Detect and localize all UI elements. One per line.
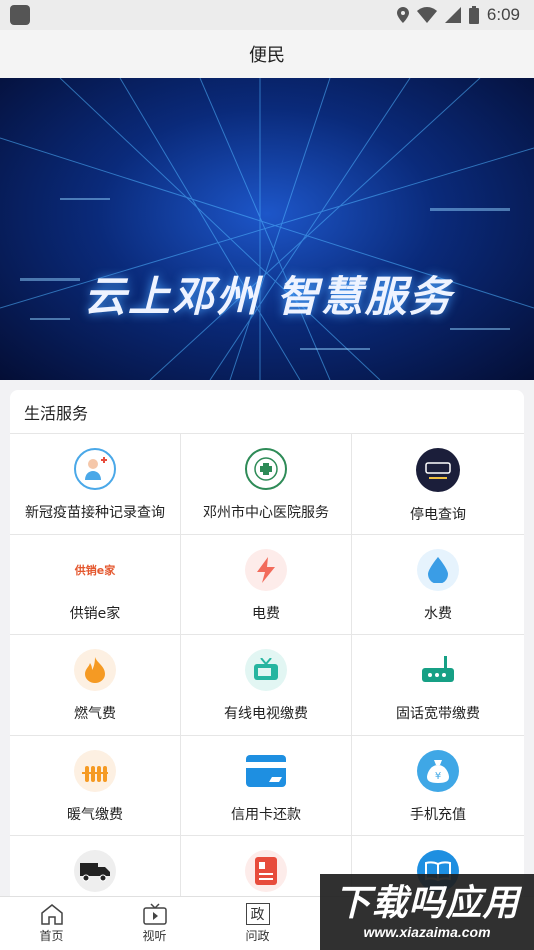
service-central-hospital[interactable]: 邓州市中心医院服务 — [181, 434, 352, 535]
status-bar: 6:09 — [0, 0, 534, 30]
service-label: 停电查询 — [410, 507, 466, 523]
watermark-title: 下载吗应用 — [334, 883, 520, 924]
tab-politics[interactable]: 政 问政 — [206, 897, 309, 950]
flame-icon — [74, 649, 116, 691]
service-label: 邓州市中心医院服务 — [203, 505, 329, 521]
service-gongxiao[interactable]: 供销e家 供销e家 — [10, 534, 181, 635]
watermark: 下载吗应用 www.xiazaima.com — [320, 874, 534, 950]
status-time: 6:09 — [486, 5, 520, 24]
life-services-card: 生活服务 新冠疫苗接种记录查询 邓州市中心医院服务 停电查询 供销e家 供销e家 — [10, 390, 524, 896]
service-cable-tv[interactable]: 有线电视缴费 — [181, 635, 352, 736]
service-mobile-topup[interactable]: ¥ 手机充值 — [352, 736, 524, 836]
service-electricity[interactable]: 电费 — [181, 534, 352, 635]
location-icon — [396, 7, 409, 23]
service-credit-card[interactable]: 信用卡还款 — [181, 735, 352, 836]
notification-icon — [10, 5, 30, 25]
service-water[interactable]: 水费 — [352, 535, 524, 635]
credit-card-icon — [245, 750, 287, 792]
page-header: 便民 — [0, 30, 534, 78]
services-grid: 新冠疫苗接种记录查询 邓州市中心医院服务 停电查询 供销e家 供销e家 电费 水… — [10, 434, 524, 896]
banner[interactable]: 云上邓州 智慧服务 — [0, 78, 534, 380]
service-label: 手机充值 — [410, 806, 466, 823]
tab-label: 问政 — [245, 929, 270, 943]
truck-icon — [74, 850, 116, 892]
service-power-outage[interactable]: 停电查询 — [352, 434, 524, 535]
service-label: 暖气缴费 — [67, 806, 123, 823]
home-icon — [40, 904, 63, 925]
service-label: 信用卡还款 — [231, 806, 301, 823]
id-card-icon — [245, 850, 287, 892]
tab-home[interactable]: 首页 — [0, 897, 103, 950]
gongxiao-logo-icon: 供销e家 — [74, 563, 116, 577]
service-gas[interactable]: 燃气费 — [10, 635, 181, 736]
tab-label: 视听 — [142, 929, 167, 943]
tv-play-icon — [142, 903, 167, 925]
banner-light-lines — [0, 78, 534, 380]
service-label: 固话宽带缴费 — [396, 706, 480, 722]
tab-label: 首页 — [39, 929, 64, 943]
service-label: 燃气费 — [74, 706, 116, 722]
tv-icon — [245, 649, 287, 691]
hospital-emblem-icon — [245, 448, 287, 490]
power-outage-icon — [416, 448, 460, 492]
service-label: 水费 — [424, 605, 452, 622]
vaccine-doctor-icon — [74, 448, 116, 490]
status-indicators: 6:09 — [396, 5, 520, 25]
watermark-url: www.xiazaima.com — [363, 924, 491, 940]
service-label: 有线电视缴费 — [224, 706, 308, 722]
water-drop-icon — [417, 548, 459, 591]
zheng-icon: 政 — [245, 903, 270, 925]
section-title: 生活服务 — [10, 390, 524, 434]
svg-text:¥: ¥ — [435, 771, 441, 782]
service-broadband[interactable]: 固话宽带缴费 — [352, 635, 524, 736]
lightning-icon — [245, 548, 287, 591]
service-heating[interactable]: 暖气缴费 — [10, 735, 181, 836]
tab-media[interactable]: 视听 — [103, 897, 206, 950]
service-label: 供销e家 — [69, 605, 121, 622]
battery-icon — [468, 6, 479, 24]
service-logistics[interactable] — [10, 836, 181, 896]
router-icon — [417, 649, 459, 691]
wifi-icon — [416, 7, 437, 23]
banner-title: 云上邓州 智慧服务 — [84, 272, 453, 321]
service-label: 电费 — [252, 605, 280, 622]
money-bag-icon: ¥ — [417, 749, 459, 792]
service-vaccine-record[interactable]: 新冠疫苗接种记录查询 — [10, 434, 181, 535]
heater-icon — [74, 749, 116, 792]
service-label: 新冠疫苗接种记录查询 — [25, 505, 165, 521]
page-title: 便民 — [249, 45, 285, 66]
signal-icon — [444, 7, 461, 23]
